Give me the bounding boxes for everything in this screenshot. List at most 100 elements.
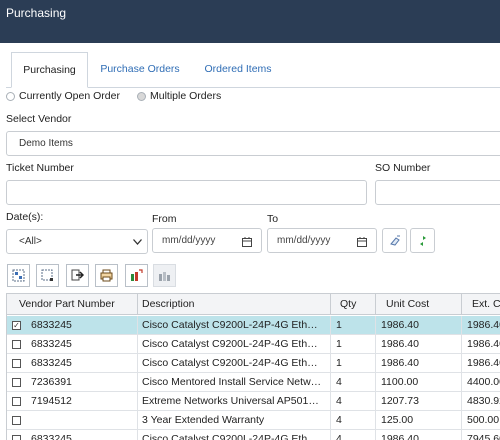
cell-description: Cisco Catalyst C9200L-24P-4G Eth… (138, 430, 331, 440)
vendor-value: Demo Items (19, 138, 73, 149)
radio-multiple-orders[interactable]: Multiple Orders (137, 90, 221, 102)
to-date-input[interactable]: mm/dd/yyyy (267, 228, 377, 253)
deselect-icon (41, 269, 53, 281)
calendar-icon[interactable] (357, 237, 367, 247)
so-number-label: SO Number (375, 162, 431, 174)
row-checkbox[interactable] (12, 340, 21, 349)
table-row[interactable]: 6833245 Cisco Catalyst C9200L-24P-4G Eth…… (7, 335, 500, 354)
tab-purchase-orders[interactable]: Purchase Orders (88, 52, 192, 88)
radio-indicator (6, 91, 15, 101)
chevron-down-icon (133, 239, 142, 245)
vendor-label: Select Vendor (6, 113, 72, 125)
deselect-button[interactable] (36, 264, 59, 287)
cell-description: 3 Year Extended Warranty (138, 411, 331, 430)
cell-qty: 4 (331, 392, 376, 411)
row-checkbox[interactable]: ✓ (12, 321, 21, 330)
ticket-number-label: Ticket Number (6, 162, 74, 174)
from-label: From (152, 213, 177, 225)
radio-label: Currently Open Order (19, 90, 120, 102)
to-label: To (267, 213, 279, 225)
table-row[interactable]: 6833245 Cisco Catalyst C9200L-24P-4G Eth…… (7, 430, 500, 440)
from-date-input[interactable]: mm/dd/yyyy (152, 228, 262, 253)
title-bar: Purchasing (0, 0, 500, 43)
tab-purchasing[interactable]: Purchasing (11, 52, 88, 88)
dates-label: Date(s): (6, 211, 44, 223)
cell-vendor-part-number: 6833245 (7, 335, 138, 354)
dates-selected: <All> (19, 236, 42, 247)
cell-ext-cost: 1986.40 (467, 338, 500, 350)
calendar-icon[interactable] (242, 237, 252, 247)
table-row[interactable]: 7236391 Cisco Mentored Install Service Ne… (7, 373, 500, 392)
cell-description: Cisco Mentored Install Service Netw… (138, 373, 331, 392)
select-all-icon (12, 269, 25, 282)
vendor-flag-icon (131, 269, 143, 281)
cell-qty: 4 (331, 411, 376, 430)
dates-select[interactable]: <All> (6, 229, 148, 254)
cell-unit-cost: 1986.40 (376, 354, 462, 373)
cell-description: Cisco Catalyst C9200L-24P-4G Eth… (138, 354, 331, 373)
vendor-flag-button[interactable] (125, 264, 148, 287)
cell-qty: 4 (331, 430, 376, 440)
row-checkbox[interactable] (12, 435, 21, 440)
cell-description: Extreme Networks Universal AP501… (138, 392, 331, 411)
cell-unit-cost: 1986.40 (376, 316, 462, 335)
cell-description: Cisco Catalyst C9200L-24P-4G Eth… (138, 335, 331, 354)
cell-qty: 1 (331, 316, 376, 335)
column-header-description[interactable]: Description (138, 294, 331, 315)
cell-ext-cost: 1986.40 (467, 319, 500, 331)
cell-vendor-part-number (7, 411, 138, 430)
cell-ext-cost: 500.00 (467, 414, 500, 426)
cell-vendor-part-number: 6833245 (7, 354, 138, 373)
ticket-number-field[interactable] (6, 180, 367, 205)
column-header-qty[interactable]: Qty (331, 294, 376, 315)
cell-vendor-part-number: 7236391 (7, 373, 138, 392)
export-button[interactable] (66, 264, 89, 287)
refresh-icon (419, 235, 426, 246)
refresh-button[interactable] (410, 228, 435, 253)
cell-qty: 4 (331, 373, 376, 392)
cell-ext-cost: 7945.60 (467, 433, 500, 440)
items-grid: Vendor Part Number Description Qty Unit … (6, 293, 500, 440)
table-row[interactable]: 7194512 Extreme Networks Universal AP501…… (7, 392, 500, 411)
cell-description: Cisco Catalyst C9200L-24P-4G Eth… (138, 316, 331, 335)
table-row[interactable]: 6833245 Cisco Catalyst C9200L-24P-4G Eth…… (7, 354, 500, 373)
print-icon (100, 269, 113, 282)
row-checkbox[interactable] (12, 359, 21, 368)
cell-unit-cost: 1207.73 (376, 392, 462, 411)
column-header-ext-cost[interactable]: Ext. Cost (462, 294, 500, 315)
window-title: Purchasing (6, 6, 67, 20)
row-checkbox[interactable] (12, 397, 21, 406)
cell-ext-cost: 4830.92 (467, 395, 500, 407)
cell-qty: 1 (331, 354, 376, 373)
row-checkbox[interactable] (12, 416, 21, 425)
grid-header: Vendor Part Number Description Qty Unit … (7, 294, 500, 315)
radio-label: Multiple Orders (150, 90, 222, 102)
cell-vendor-part-number: 6833245 (7, 316, 138, 335)
radio-indicator (137, 91, 146, 101)
cell-unit-cost: 1100.00 (376, 373, 462, 392)
vendor-select[interactable]: Demo Items (6, 131, 500, 156)
cell-unit-cost: 1986.40 (376, 430, 462, 440)
eraser-icon (389, 235, 400, 246)
print-button[interactable] (95, 264, 118, 287)
row-checkbox[interactable] (12, 378, 21, 387)
select-all-button[interactable] (7, 264, 30, 287)
cell-unit-cost: 125.00 (376, 411, 462, 430)
cell-vendor-part-number: 7194512 (7, 392, 138, 411)
table-row[interactable]: 6833245 Cisco Catalyst C9200L-24P-4G Eth…… (7, 316, 500, 335)
column-header-unit-cost[interactable]: Unit Cost (376, 294, 462, 315)
cell-qty: 1 (331, 335, 376, 354)
cell-unit-cost: 1986.40 (376, 335, 462, 354)
tab-ordered-items[interactable]: Ordered Items (192, 52, 284, 88)
tab-bar: Purchasing Purchase Orders Ordered Items (6, 52, 500, 88)
cell-vendor-part-number: 6833245 (7, 430, 138, 440)
delete-button[interactable] (153, 264, 176, 287)
clear-dates-button[interactable] (382, 228, 407, 253)
export-icon (71, 269, 84, 281)
column-header-vendor-part-number[interactable]: Vendor Part Number (7, 294, 138, 315)
radio-currently-open-order[interactable]: Currently Open Order (6, 90, 120, 102)
delete-icon (159, 272, 170, 281)
so-number-field[interactable] (375, 180, 500, 205)
table-row[interactable]: 3 Year Extended Warranty 4 125.00 500.00 (7, 411, 500, 430)
cell-ext-cost: 4400.00 (467, 376, 500, 388)
